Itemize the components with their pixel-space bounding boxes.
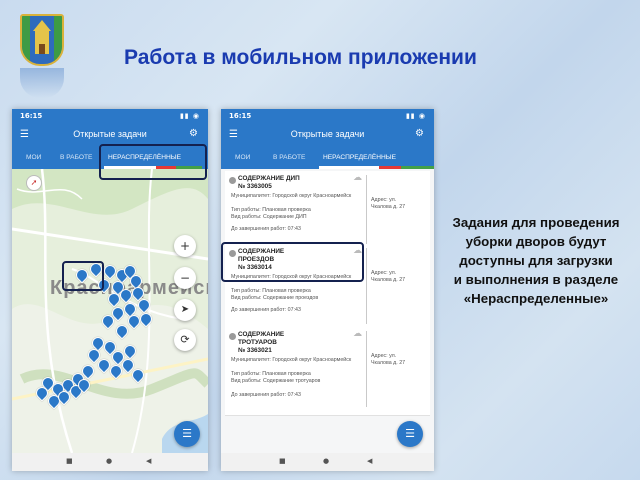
task-work-kind: Вид работы: Содержание проездов [231,295,319,301]
caption-line: доступны для загрузки [459,253,613,268]
app-bar-title: Открытые задачи [290,129,365,139]
map-view[interactable]: Красноармейск ➚ + − ➤ ⟳ ☰ [12,169,208,453]
home-icon[interactable]: ● [106,457,112,465]
task-card[interactable]: СОДЕРЖАНИЕ ТРОТУАРОВ № 3363021 ☁ Муницип… [225,327,430,416]
task-type: Тип работы: Плановая проверка [231,207,311,213]
task-type: Тип работы: Плановая проверка [231,371,311,377]
signal-icons: ▮▮ ◉ [405,112,426,120]
status-bar: 16:15 ▮▮ ◉ [12,109,208,123]
highlight-task-card [221,242,364,282]
task-deadline: До завершения работ: 07:43 [231,392,301,398]
back-icon[interactable]: ◀ [367,457,372,465]
caption-line: и выполнения в разделе [453,272,619,287]
filter-icon[interactable]: ⚙ [189,128,198,139]
tab-bar: МОИ В РАБОТЕ НЕРАСПРЕДЕЛЁННЫЕ [221,147,434,169]
phone-screenshot-list: 16:15 ▮▮ ◉ ☰ Открытые задачи ⚙ МОИ В РАБ… [221,109,434,471]
task-number: № 3363021 [238,347,272,354]
coat-of-arms-reflection [20,68,64,98]
tab-in-progress[interactable]: В РАБОТЕ [60,154,92,161]
cloud-icon: ☁ [353,173,362,183]
status-dot [229,177,236,184]
task-address: Адрес: ул. Чкалова д. 27 [371,197,406,210]
task-work-kind: Вид работы: Содержание тротуаров [231,378,321,384]
tab-mine[interactable]: МОИ [235,154,250,161]
highlight-unassigned-tab [99,144,207,180]
system-nav-bar: ■ ● ◀ [221,453,434,471]
locate-icon[interactable]: ➤ [174,299,196,321]
task-work-kind: Вид работы: Содержание ДИП [231,214,307,220]
caption-text: Задания для проведения уборки дворов буд… [436,213,636,308]
recents-icon[interactable]: ■ [279,457,286,465]
cloud-icon: ☁ [353,329,362,339]
refresh-icon[interactable]: ⟳ [174,329,196,351]
zoom-in-icon[interactable]: + [174,235,196,257]
filter-icon[interactable]: ⚙ [415,128,424,139]
card-divider [366,248,367,324]
task-address: Адрес: ул. Чкалова д. 27 [371,270,406,283]
home-icon[interactable]: ● [323,457,329,465]
back-icon[interactable]: ◀ [146,457,151,465]
system-nav-bar: ■ ● ◀ [12,453,208,471]
compass-icon[interactable]: ➚ [26,175,42,191]
task-list[interactable]: СОДЕРЖАНИЕ ДИП № 3363005 ☁ Муниципалитет… [221,169,434,453]
status-time: 16:15 [229,112,252,120]
tab-unassigned[interactable]: НЕРАСПРЕДЕЛЁННЫЕ [323,154,396,161]
caption-line: уборки дворов будут [465,234,607,249]
task-deadline: До завершения работ: 07:43 [231,226,301,232]
card-divider [366,331,367,407]
coat-of-arms-logo [20,14,64,66]
tab-in-progress[interactable]: В РАБОТЕ [273,154,305,161]
zoom-out-icon[interactable]: − [174,267,196,289]
task-type: Тип работы: Плановая проверка [231,288,311,294]
highlight-marker-cluster [62,261,104,291]
task-address: Адрес: ул. Чкалова д. 27 [371,353,406,366]
signal-icons: ▮▮ ◉ [179,112,200,120]
status-bar: 16:15 ▮▮ ◉ [221,109,434,123]
app-bar-title: Открытые задачи [73,129,147,139]
caption-line: «Нераспределенные» [463,291,609,306]
list-view-icon[interactable]: ☰ [174,421,200,447]
task-title: СОДЕРЖАНИЕ ДИП [238,175,300,182]
list-view-icon[interactable]: ☰ [397,421,423,447]
app-bar: ☰ Открытые задачи ⚙ [221,123,434,147]
card-divider [366,175,367,251]
task-number: № 3363005 [238,183,272,190]
caption-line: Задания для проведения [452,215,620,230]
status-time: 16:15 [20,112,43,120]
task-municipality: Муниципалитет: Городской округ Красноарм… [231,357,352,363]
status-dot [229,333,236,340]
task-title: СОДЕРЖАНИЕ ТРОТУАРОВ [238,331,285,346]
task-municipality: Муниципалитет: Городской округ Красноарм… [231,193,352,199]
page-title: Работа в мобильном приложении [124,46,477,69]
recents-icon[interactable]: ■ [66,457,73,465]
task-deadline: До завершения работ: 07:43 [231,307,301,313]
tab-mine[interactable]: МОИ [26,154,41,161]
